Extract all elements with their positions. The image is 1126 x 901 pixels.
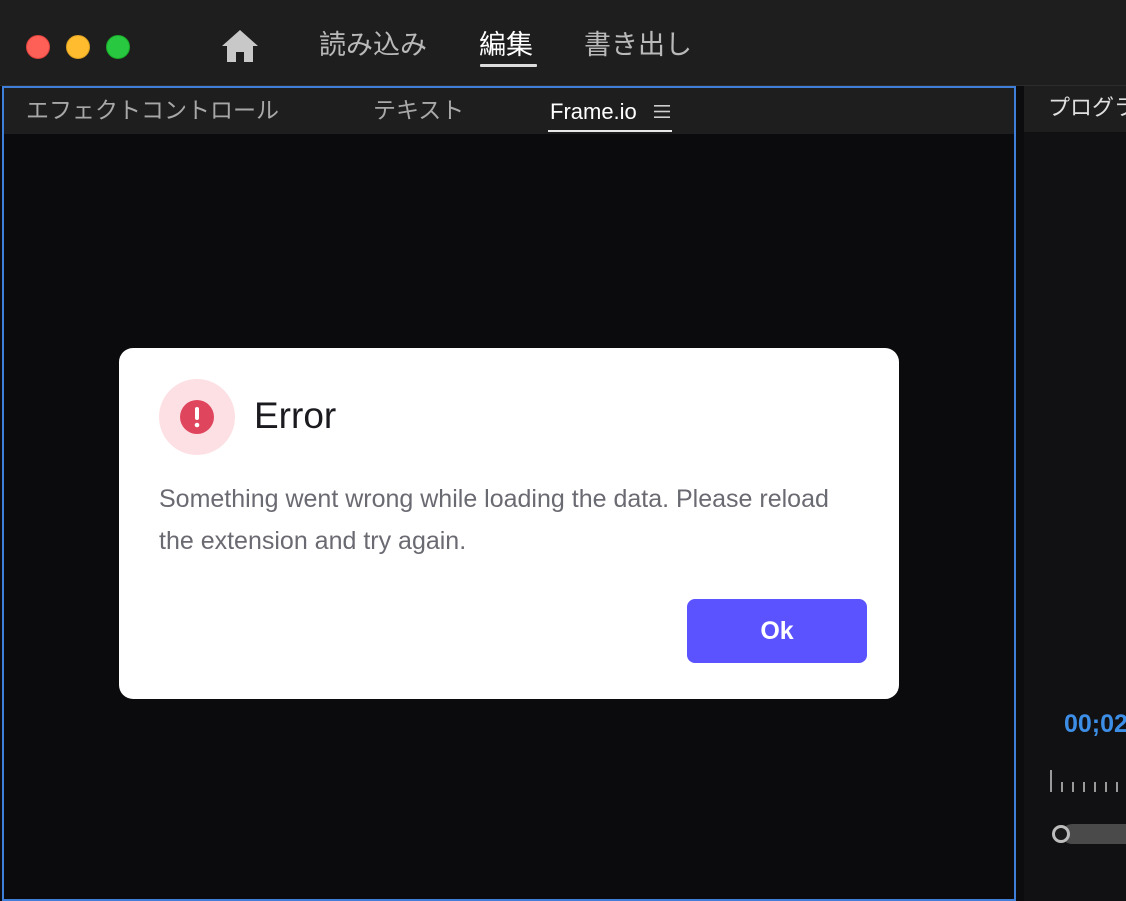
- dialog-title: Error: [254, 395, 337, 436]
- nav-export[interactable]: 書き出し: [584, 26, 692, 66]
- dialog-message: Something went wrong while loading the d…: [159, 485, 829, 555]
- tab-frameio[interactable]: Frame.io: [550, 97, 637, 127]
- error-icon-badge: [159, 379, 235, 455]
- time-ruler[interactable]: [1050, 770, 1126, 794]
- nav-edit-active-indicator: [480, 64, 537, 67]
- error-dialog: Error Something went wrong while loading…: [119, 348, 899, 699]
- zoom-scrollbar-track[interactable]: [1062, 824, 1126, 844]
- program-monitor-title[interactable]: プログラ: [1048, 94, 1126, 124]
- zoom-scrollbar-handle[interactable]: [1052, 825, 1070, 843]
- home-icon[interactable]: [220, 28, 260, 64]
- program-monitor-panel: プログラ 00;02: [1024, 86, 1126, 901]
- minimize-window-button[interactable]: [66, 35, 90, 59]
- tab-effect-controls[interactable]: エフェクトコントロール: [26, 96, 279, 126]
- nav-edit[interactable]: 編集: [479, 26, 533, 66]
- error-exclamation-icon: [180, 400, 214, 434]
- tab-text[interactable]: テキスト: [373, 96, 464, 126]
- zoom-window-button[interactable]: [106, 35, 130, 59]
- title-bar: 読み込み 編集 書き出し: [0, 0, 1126, 86]
- panel-tab-bar: エフェクトコントロール テキスト Frame.io: [4, 88, 1014, 134]
- timecode-display[interactable]: 00;02: [1064, 710, 1126, 739]
- nav-import[interactable]: 読み込み: [319, 26, 427, 66]
- close-window-button[interactable]: [26, 35, 50, 59]
- ok-button[interactable]: Ok: [687, 599, 867, 663]
- panel-menu-icon[interactable]: [654, 104, 670, 119]
- tab-frameio-active-indicator: [548, 130, 672, 132]
- program-monitor-header: プログラ: [1024, 86, 1126, 132]
